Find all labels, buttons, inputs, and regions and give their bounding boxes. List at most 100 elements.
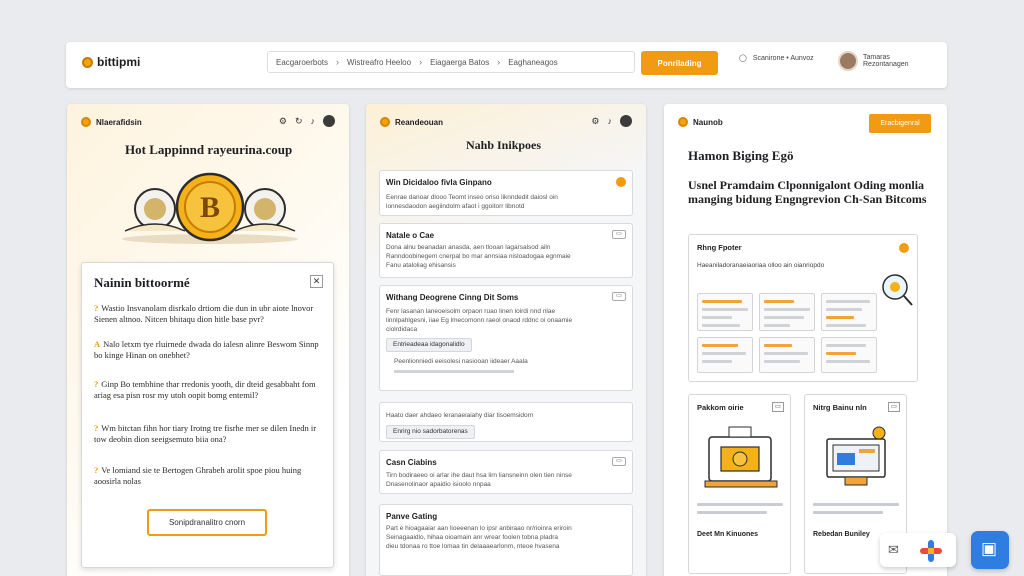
close-icon[interactable]: ✕ <box>310 275 323 288</box>
profile-menu[interactable]: Tamaras Rezontanagen <box>838 51 909 71</box>
panel-quiz: Nlaerafidsin ⚙ ↻ ♪ Hot Lappinnd rayeurin… <box>67 104 349 576</box>
info-chip[interactable]: Enrirg nio sadorbatorenas <box>386 425 475 439</box>
dashboard-subtitle: Haeaniladoranaeiaoriaa olloo ain oianrio… <box>697 262 825 269</box>
card-title: Panve Gating <box>386 512 438 521</box>
status-dot-icon <box>899 243 909 253</box>
profile-subtitle: Rezontanagen <box>863 61 909 68</box>
chevron-right-icon: › <box>419 57 423 67</box>
card-text: ciolrdidaca <box>386 326 418 333</box>
magnifier-icon <box>882 274 913 306</box>
tile-footer: Deet Mn Kinuones <box>697 531 759 538</box>
music-icon[interactable]: ♪ <box>608 116 613 126</box>
card-text: Peenlionniedi eeisolesi nasiooan iideaer… <box>394 358 528 365</box>
breadcrumb: Eacgaroerbots › Wistreafro Heeloo › Eiag… <box>267 51 635 73</box>
coin-icon <box>81 117 91 127</box>
panel-steps: Reandeouan ⚙ ♪ Nahb Inikpoes Win Dicidal… <box>366 104 646 576</box>
breadcrumb-item[interactable]: Eacgaroerbots <box>276 58 328 67</box>
card-text: lonnesdaodon aegiindolm afaot i ggoitorr… <box>386 203 525 210</box>
primary-action-button[interactable]: Ponrilading <box>641 51 718 75</box>
expand-icon[interactable]: ▭ <box>612 292 626 301</box>
get-started-button[interactable]: Eracbigenral <box>869 114 931 133</box>
panel-header-label: Reandeouan <box>395 117 444 127</box>
avatar <box>838 51 858 71</box>
menu-icon[interactable] <box>323 115 335 127</box>
dashboard-widget <box>697 293 753 331</box>
question-item[interactable]: A Nalo letxm tye rluirnede dwada do iales… <box>94 339 326 361</box>
card-text: linnlpahlgesni, iiae Eg lmecomonn raeol … <box>386 317 573 324</box>
colorful-plus-icon[interactable] <box>918 538 944 564</box>
submit-button[interactable]: Sonipdranalitro cnorn <box>147 509 267 536</box>
card-text: Seinagaaidlo, hihaa oioamain anr wrear f… <box>386 534 559 541</box>
dashboard-widget <box>759 337 815 373</box>
panel-toolbar: ⚙ ↻ ♪ <box>279 115 335 127</box>
progress-line <box>394 370 514 373</box>
breadcrumb-item[interactable]: Eaghaneagos <box>508 58 557 67</box>
panel-header: Reandeouan <box>380 117 443 127</box>
tile-footer: Rebedan Buniley <box>813 531 870 538</box>
computer-illustration <box>826 426 886 486</box>
hardware-wallet-illustration <box>704 426 778 488</box>
menu-icon[interactable] <box>620 115 632 127</box>
info-chip[interactable]: Entrieadeaa idagonalidlo <box>386 338 472 352</box>
step-card[interactable]: Natale o Cae ▭ Dona alnu beanadan anasda… <box>379 223 633 278</box>
step-card[interactable]: Panve Gating Part e hioagaaiar aan lioee… <box>379 504 633 576</box>
step-card[interactable]: Win Dicidaloo fivla Ginpano Eenrae danoa… <box>379 170 633 216</box>
mail-icon[interactable]: ✉ <box>888 542 899 558</box>
card-text: Eenrae danoar dlooo Teomt inseo oriso li… <box>386 194 558 201</box>
top-navbar: bittipmi Eacgaroerbots › Wistreafro Heel… <box>66 42 947 88</box>
refresh-icon[interactable]: ↻ <box>295 116 303 127</box>
toolbox-icon: ▣ <box>981 539 998 558</box>
card-text: Dona alnu beanadan anasda, aen tlooan la… <box>386 244 551 251</box>
card-text: Haato daer ahdaeo leranaeiaiahy diar tis… <box>386 412 534 419</box>
step-card[interactable]: Haato daer ahdaeo leranaeiaiahy diar tis… <box>379 402 633 442</box>
tile-title: Nitrg Bainu nln <box>813 403 867 412</box>
panel-overview: Naunob Eracbigenral Hamon Biging Egö Usn… <box>664 104 947 576</box>
panel-header: Nlaerafidsin <box>81 117 142 127</box>
brand-name: bittipmi <box>97 55 141 69</box>
breadcrumb-item[interactable]: Wistreafro Heeloo <box>347 58 411 67</box>
expand-icon[interactable]: ▭ <box>612 230 626 239</box>
dashboard-widget <box>759 293 815 331</box>
card-text: Fenr lasanan laneoeisolm orpaon ruao lin… <box>386 308 556 315</box>
svg-text:B: B <box>200 191 220 224</box>
question-item[interactable]: ? Ve lomiand sie te Bertogen Ghrabeh arol… <box>94 465 326 487</box>
coin-icon <box>380 117 390 127</box>
card-text: Ranndoobinegem cnerpal bo mar annsiaa ni… <box>386 253 571 260</box>
bitcoin-illustration: B <box>122 172 298 244</box>
profile-name: Tamaras <box>863 54 890 61</box>
dashboard-widget <box>821 337 877 373</box>
bitcoin-logo-icon <box>82 56 93 68</box>
brand-logo[interactable]: bittipmi <box>82 55 140 69</box>
status-dot-icon <box>616 177 626 187</box>
question-item[interactable]: ? Wm bitctan fihn hor tiary Irotng tre fi… <box>94 423 326 445</box>
page-subtitle: Usnel Pramdaim Clponnigalont Oding monli… <box>688 178 927 206</box>
app-launcher-button[interactable]: ▣ <box>971 531 1009 569</box>
breadcrumb-item[interactable]: Eiagaerga Batos <box>430 58 489 67</box>
coin-icon <box>678 117 688 127</box>
settings-icon[interactable]: ⚙ <box>591 116 599 127</box>
music-icon[interactable]: ♪ <box>311 116 316 126</box>
dashboard-preview[interactable]: Rhng Fpoter Haeaniladoranaeiaoriaa olloo… <box>688 234 918 382</box>
dashboard-widget <box>697 337 753 373</box>
expand-icon[interactable]: ▭ <box>772 402 784 412</box>
step-card[interactable]: Withang Deogrene Cinng Dit Soms ▭ Fenr l… <box>379 285 633 391</box>
floating-toolbar: ✉ <box>880 533 956 567</box>
question-item[interactable]: ? Wastio Insvanolam disrkalo drtiom die d… <box>94 303 326 325</box>
dashboard-title: Rhng Fpoter <box>697 243 742 252</box>
expand-icon[interactable]: ▭ <box>612 457 626 466</box>
card-text: Fanu ataloliag ehisansis <box>386 262 456 269</box>
settings-icon[interactable]: ⚙ <box>279 116 287 127</box>
step-card[interactable]: Casn Ciabins ▭ Tirn bodiraeeo oi arlar i… <box>379 450 633 494</box>
panel-header-label: Naunob <box>693 117 723 127</box>
question-item[interactable]: ? Ginp Bo tembhine thar rredonis yooth, d… <box>94 379 326 401</box>
chevron-right-icon: › <box>497 57 501 67</box>
user-icon: ◯ <box>739 55 747 62</box>
card-title: Win Dicidaloo fivla Ginpano <box>386 178 492 187</box>
feature-tile[interactable]: Pakkom oirie ▭ Deet Mn Kinuones <box>688 394 791 574</box>
dialog-title: Nainin bittoormé <box>94 275 190 290</box>
chevron-right-icon: › <box>336 57 340 67</box>
card-title: Natale o Cae <box>386 231 435 240</box>
expand-icon[interactable]: ▭ <box>888 402 900 412</box>
card-text: Dnasenolinaor apaidio isioolo nnpaa <box>386 481 491 488</box>
user-menu[interactable]: ◯ Scanirone • Aunvoz <box>739 54 814 63</box>
